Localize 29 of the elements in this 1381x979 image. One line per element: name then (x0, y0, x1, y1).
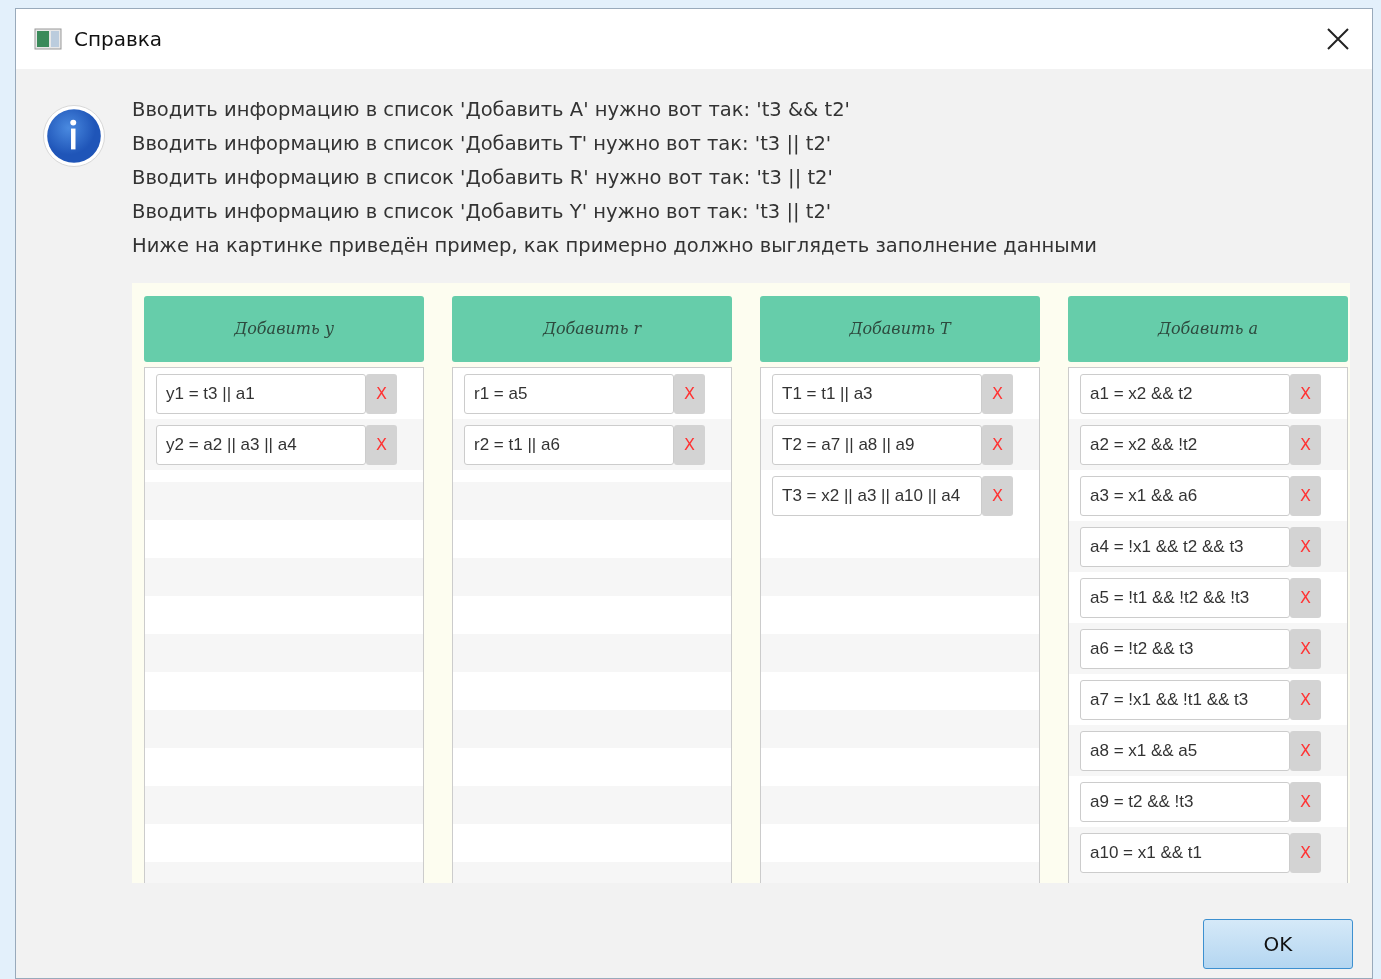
entry-field[interactable]: a5 = !t1 && !t2 && !t3 (1080, 577, 1290, 618)
column-header: Добавить r (452, 296, 732, 362)
message-line: Вводить информацию в список 'Добавить A' нужно вот так: 't3 && t2' (132, 97, 851, 123)
column-header: Добавить T (760, 296, 1040, 362)
entry-field[interactable]: T2 = a7 || a8 || a9 (772, 424, 982, 465)
entry-field[interactable]: a4 = !x1 && t2 && t3 (1080, 526, 1290, 567)
message-line: Ниже на картинке приведён пример, как примерно должно выглядеть заполнение данными (132, 233, 1099, 259)
message-line: Вводить информацию в список 'Добавить T' нужно вот так: 't3 || t2' (132, 131, 833, 157)
window-title: Справка (74, 26, 163, 53)
window-icon (34, 28, 62, 50)
ok-button[interactable]: OK (1203, 919, 1353, 969)
column-header: Добавить y (144, 296, 424, 362)
entry-field[interactable]: T3 = x2 || a3 || a10 || a4 (772, 475, 982, 516)
entry-field[interactable]: r2 = t1 || a6 (464, 424, 674, 465)
entry-field[interactable]: a2 = x2 && !t2 (1080, 424, 1290, 465)
entry-field[interactable]: a6 = !t2 && t3 (1080, 628, 1290, 669)
entry-field[interactable]: a8 = x1 && a5 (1080, 730, 1290, 771)
entry-field[interactable]: y1 = t3 || a1 (156, 373, 366, 414)
column-header: Добавить a (1068, 296, 1348, 362)
entry-field[interactable]: a9 = t2 && !t3 (1080, 781, 1290, 822)
message-line: Вводить информацию в список 'Добавить R' нужно вот так: 't3 || t2' (132, 165, 834, 191)
entry-field[interactable]: r1 = a5 (464, 373, 674, 414)
entry-field[interactable]: a10 = x1 && t1 (1080, 832, 1290, 873)
entry-field[interactable]: a1 = x2 && t2 (1080, 373, 1290, 414)
entry-field[interactable]: a3 = x1 && a6 (1080, 475, 1290, 516)
entry-field[interactable]: T1 = t1 || a3 (772, 373, 982, 414)
entry-field[interactable]: y2 = a2 || a3 || a4 (156, 424, 366, 465)
entry-field[interactable]: a7 = !x1 && !t1 && t3 (1080, 679, 1290, 720)
message-line: Вводить информацию в список 'Добавить Y' нужно вот так: 't3 || t2' (132, 199, 833, 225)
